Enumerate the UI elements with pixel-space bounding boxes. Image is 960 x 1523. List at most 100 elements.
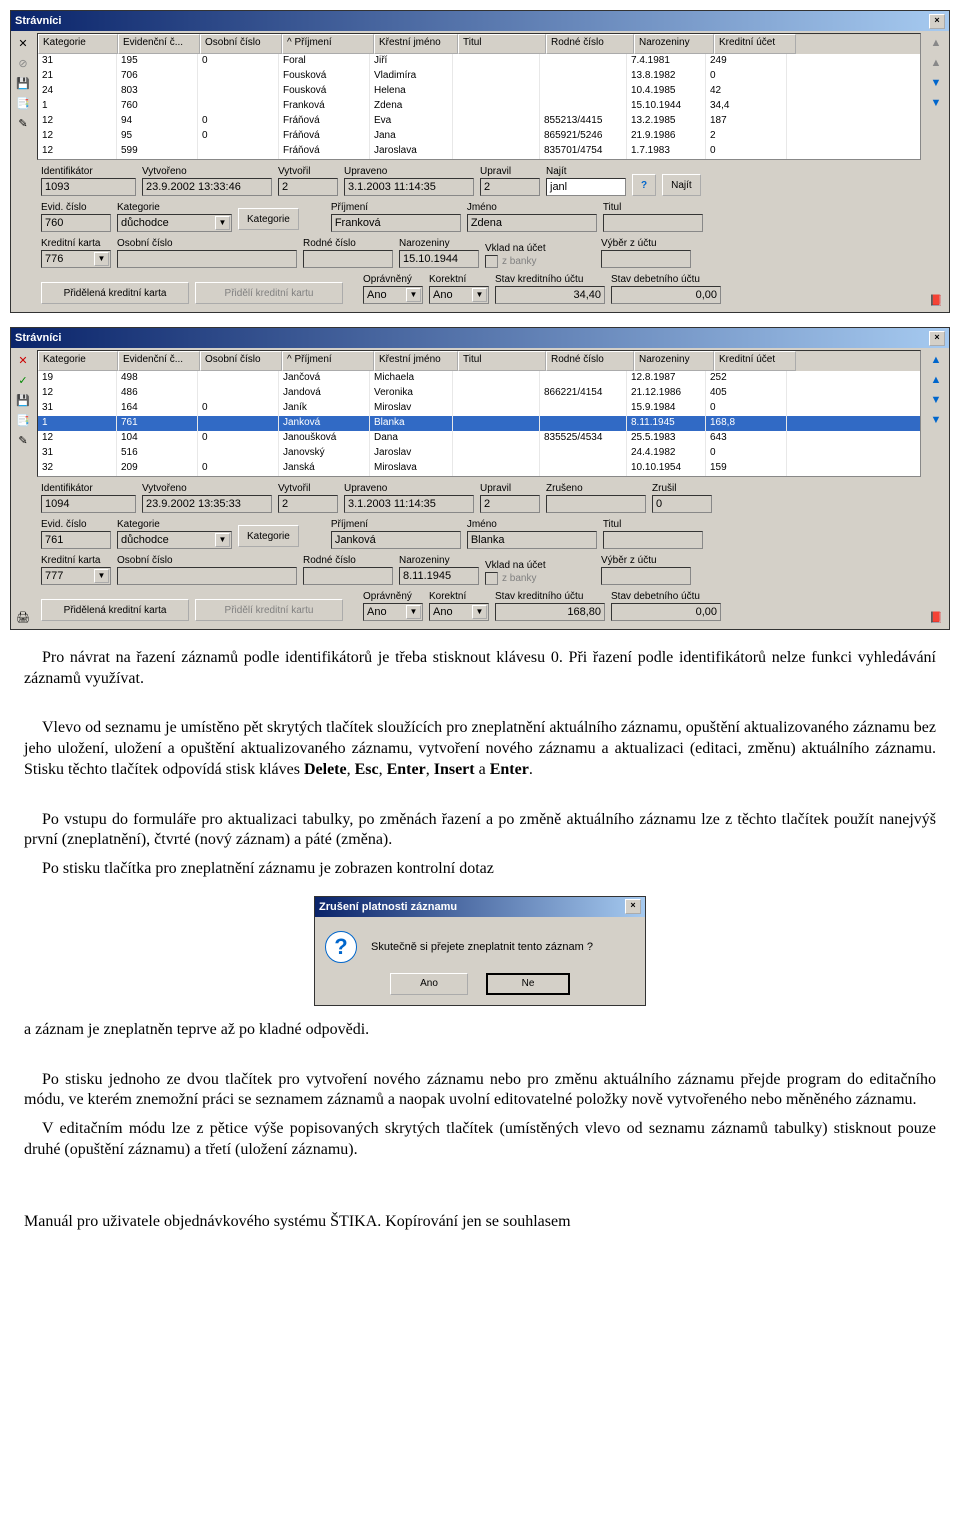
column-header[interactable]: Kategorie bbox=[38, 34, 118, 54]
cell: 19 bbox=[38, 371, 117, 386]
table-row[interactable]: 12599FráňováJaroslava835701/47541.7.1983… bbox=[38, 144, 920, 159]
delete-icon[interactable]: ✕ bbox=[14, 351, 32, 369]
column-header[interactable]: Rodné číslo bbox=[546, 351, 634, 371]
column-header[interactable]: Kreditní účet bbox=[714, 34, 796, 54]
find-button[interactable]: Najít bbox=[662, 174, 701, 196]
chevron-down-icon[interactable]: ▼ bbox=[215, 533, 230, 547]
nav-first-icon[interactable]: ▲ bbox=[927, 351, 945, 369]
table-row[interactable]: 12950FráňováJana865921/524621.9.19862 bbox=[38, 129, 920, 144]
nav-last-icon[interactable]: ▼ bbox=[927, 411, 945, 429]
yes-button[interactable]: Ano bbox=[390, 973, 468, 995]
no-button[interactable]: Ne bbox=[486, 973, 570, 995]
column-header[interactable]: Titul bbox=[458, 351, 546, 371]
edit-icon[interactable]: ✎ bbox=[14, 431, 32, 449]
ok-icon[interactable]: ✓ bbox=[14, 371, 32, 389]
nav-up-icon[interactable]: ▲ bbox=[927, 371, 945, 389]
table-row[interactable]: 322090JanskáMiroslava10.10.1954159 bbox=[38, 461, 920, 476]
pridelena-karta-button[interactable]: Přidělená kreditní karta bbox=[41, 599, 189, 621]
column-header[interactable]: Křestní jméno bbox=[374, 351, 458, 371]
kategorie-button[interactable]: Kategorie bbox=[238, 525, 299, 547]
label: Oprávněný bbox=[363, 274, 423, 285]
data-grid[interactable]: KategorieEvidenční č...Osobní číslo^ Pří… bbox=[37, 350, 921, 477]
cell: Veronika bbox=[370, 386, 453, 401]
cell: 164 bbox=[117, 401, 198, 416]
new-icon[interactable]: 📑 bbox=[14, 94, 32, 112]
korektni-combo[interactable]: Ano▼ bbox=[429, 603, 489, 621]
exit-icon[interactable]: 📕 bbox=[927, 608, 945, 626]
column-header[interactable]: Křestní jméno bbox=[374, 34, 458, 54]
titul-field bbox=[603, 214, 703, 232]
column-header[interactable]: Osobní číslo bbox=[200, 351, 282, 371]
table-row[interactable]: 311950ForalJiří7.4.1981249 bbox=[38, 54, 920, 69]
label: Vytvořil bbox=[278, 483, 338, 494]
column-header[interactable]: Narozeniny bbox=[634, 351, 714, 371]
table-row[interactable]: 12940FráňováEva855213/441513.2.1985187 bbox=[38, 114, 920, 129]
chevron-down-icon[interactable]: ▼ bbox=[406, 288, 421, 302]
edit-icon[interactable]: ✎ bbox=[14, 114, 32, 132]
korektni-combo[interactable]: Ano▼ bbox=[429, 286, 489, 304]
kategorie-combo[interactable]: důchodce▼ bbox=[117, 214, 232, 232]
cell bbox=[453, 69, 540, 84]
table-row[interactable]: 12486JandováVeronika866221/415421.12.198… bbox=[38, 386, 920, 401]
chevron-down-icon[interactable]: ▼ bbox=[406, 605, 421, 619]
column-header[interactable]: Evidenční č... bbox=[118, 351, 200, 371]
close-icon[interactable]: × bbox=[929, 331, 945, 346]
column-header[interactable]: Osobní číslo bbox=[200, 34, 282, 54]
column-header[interactable]: Narozeniny bbox=[634, 34, 714, 54]
help-button[interactable]: ? bbox=[632, 174, 656, 196]
opravneny-combo[interactable]: Ano▼ bbox=[363, 603, 423, 621]
zbanky-label: z banky bbox=[502, 256, 536, 267]
chevron-down-icon[interactable]: ▼ bbox=[472, 605, 487, 619]
column-header[interactable]: Evidenční č... bbox=[118, 34, 200, 54]
cell: 0 bbox=[198, 431, 279, 446]
chevron-down-icon[interactable]: ▼ bbox=[94, 569, 109, 583]
zruseno-field bbox=[546, 495, 646, 513]
opravneny-combo[interactable]: Ano▼ bbox=[363, 286, 423, 304]
chevron-down-icon[interactable]: ▼ bbox=[215, 216, 230, 230]
close-icon[interactable]: × bbox=[929, 14, 945, 29]
stav-debet-field: 0,00 bbox=[611, 603, 721, 621]
search-input[interactable]: janl bbox=[546, 178, 626, 196]
chevron-down-icon[interactable]: ▼ bbox=[472, 288, 487, 302]
table-row[interactable]: 24803FouskováHelena10.4.198542 bbox=[38, 84, 920, 99]
table-row[interactable]: 19498JančováMichaela12.8.1987252 bbox=[38, 371, 920, 386]
table-row[interactable]: 21706FouskováVladimíra13.8.19820 bbox=[38, 69, 920, 84]
save-icon[interactable]: 💾 bbox=[14, 391, 32, 409]
data-grid[interactable]: KategorieEvidenční č...Osobní číslo^ Pří… bbox=[37, 33, 921, 160]
column-header[interactable]: Rodné číslo bbox=[546, 34, 634, 54]
nav-first-icon[interactable]: ▲ bbox=[927, 34, 945, 52]
kategorie-combo[interactable]: důchodce▼ bbox=[117, 531, 232, 549]
new-icon[interactable]: 📑 bbox=[14, 411, 32, 429]
table-row[interactable]: 1761JankováBlanka8.11.1945168,8 bbox=[38, 416, 920, 431]
pridelena-karta-button[interactable]: Přidělená kreditní karta bbox=[41, 282, 189, 304]
close-icon[interactable]: × bbox=[625, 899, 641, 914]
kreditni-karta-combo[interactable]: 777▼ bbox=[41, 567, 111, 585]
window-title: Strávníci bbox=[15, 15, 61, 27]
cell: 21 bbox=[38, 69, 117, 84]
table-row[interactable]: 31516JanovskýJaroslav24.4.19820 bbox=[38, 446, 920, 461]
kategorie-button[interactable]: Kategorie bbox=[238, 208, 299, 230]
nav-last-icon[interactable]: ▼ bbox=[927, 94, 945, 112]
table-row[interactable]: 1760FrankováZdena15.10.194434,4 bbox=[38, 99, 920, 114]
cancel-icon[interactable]: ⊘ bbox=[14, 54, 32, 72]
label: Identifikátor bbox=[41, 166, 136, 177]
kreditni-karta-combo[interactable]: 776▼ bbox=[41, 250, 111, 268]
cell bbox=[198, 371, 279, 386]
cell: 94 bbox=[117, 114, 198, 129]
save-icon[interactable]: 💾 bbox=[14, 74, 32, 92]
print-icon[interactable]: 🖨 bbox=[14, 608, 32, 626]
column-header[interactable]: Kreditní účet bbox=[714, 351, 796, 371]
table-row[interactable]: 121040JanouškováDana835525/453425.5.1983… bbox=[38, 431, 920, 446]
column-header[interactable]: ^ Příjmení bbox=[282, 34, 374, 54]
cell: 498 bbox=[117, 371, 198, 386]
nav-up-icon[interactable]: ▲ bbox=[927, 54, 945, 72]
column-header[interactable]: ^ Příjmení bbox=[282, 351, 374, 371]
column-header[interactable]: Kategorie bbox=[38, 351, 118, 371]
column-header[interactable]: Titul bbox=[458, 34, 546, 54]
delete-icon[interactable]: ✕ bbox=[14, 34, 32, 52]
table-row[interactable]: 311640JaníkMiroslav15.9.19840 bbox=[38, 401, 920, 416]
chevron-down-icon[interactable]: ▼ bbox=[94, 252, 109, 266]
nav-down-icon[interactable]: ▼ bbox=[927, 391, 945, 409]
nav-down-icon[interactable]: ▼ bbox=[927, 74, 945, 92]
exit-icon[interactable]: 📕 bbox=[927, 291, 945, 309]
